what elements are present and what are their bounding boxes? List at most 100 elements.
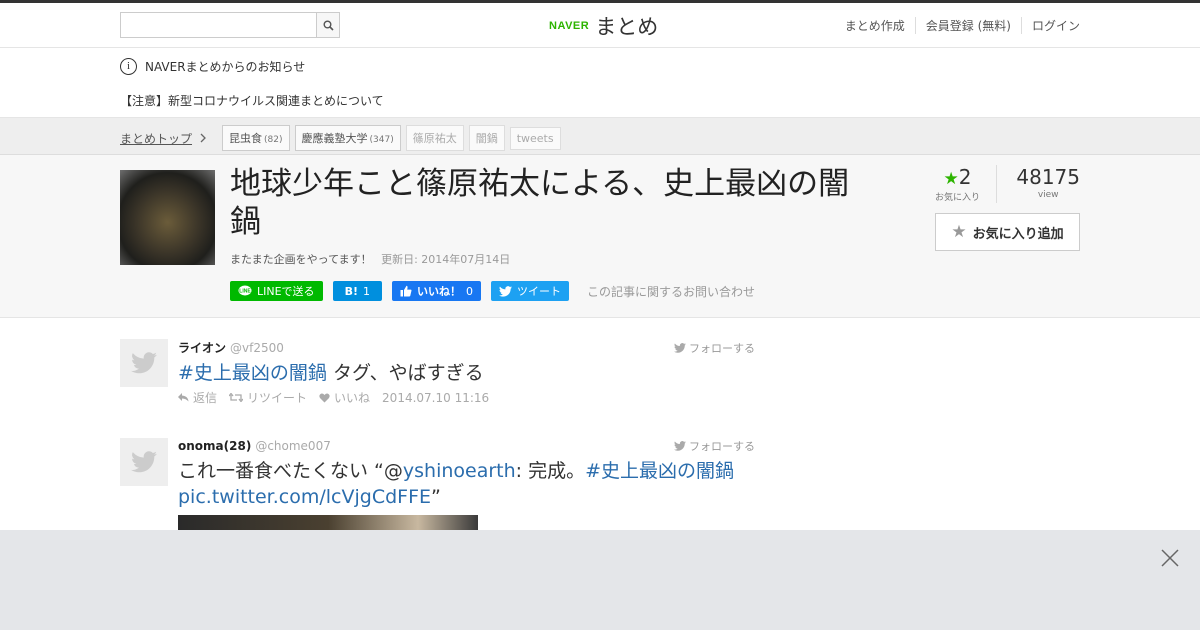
search-icon bbox=[323, 20, 334, 31]
social-buttons: LINE LINEで送る B! 1 いいね！ 0 ツイート この記事に関するお問… bbox=[230, 281, 755, 301]
hatena-bookmark-button[interactable]: B! 1 bbox=[332, 281, 382, 301]
tag-label: 闇鍋 bbox=[475, 132, 498, 145]
page-title: 地球少年こと篠原祐太による、史上最凶の闇鍋 bbox=[230, 166, 850, 240]
tag-label: 昆虫食 bbox=[229, 132, 263, 145]
notice-link[interactable]: 【注意】新型コロナウイルス関連まとめについて bbox=[120, 92, 384, 109]
add-favorite-button[interactable]: ★ お気に入り追加 bbox=[935, 213, 1080, 251]
tweet-text-part: タグ、やばすぎる bbox=[326, 362, 484, 384]
tag-yaminabe[interactable]: 闇鍋 bbox=[468, 125, 505, 151]
notice-heading-row: i NAVERまとめからのお知らせ bbox=[120, 58, 305, 75]
tweet-button[interactable]: ツイート bbox=[490, 281, 569, 301]
tweet-actions: 返信 リツイート いいね 2014.07.10 11:16 bbox=[178, 389, 755, 406]
article-header: 地球少年こと篠原祐太による、史上最凶の闇鍋 またまた企画をやってます！ 更新日:… bbox=[0, 155, 1200, 318]
tag-label: 慶應義塾大学 bbox=[301, 132, 368, 145]
info-icon: i bbox=[120, 58, 137, 75]
nav-create-matome[interactable]: まとめ作成 bbox=[835, 17, 915, 34]
thumbs-up-icon bbox=[400, 285, 412, 297]
breadcrumb-inner: まとめトップ 昆虫食 (82) 慶應義塾大学 (347) 篠原祐太 闇鍋 tweet… bbox=[120, 125, 561, 151]
twitter-bird-icon bbox=[674, 342, 686, 353]
nav-register[interactable]: 会員登録 (無料) bbox=[914, 17, 1021, 34]
twitter-bird-icon bbox=[674, 441, 686, 451]
article-meta: またまた企画をやってます！ 更新日: 2014年07月14日 bbox=[230, 251, 510, 267]
tweet-timestamp[interactable]: 2014.07.10 11:16 bbox=[382, 391, 489, 405]
article-thumbnail[interactable] bbox=[120, 170, 215, 265]
photo-link[interactable]: pic.twitter.com/lcVjgCdFFE bbox=[178, 486, 431, 508]
retweet-icon bbox=[229, 393, 244, 402]
reply-icon bbox=[178, 393, 189, 402]
close-icon[interactable] bbox=[1160, 548, 1180, 568]
avatar[interactable] bbox=[120, 438, 168, 486]
tag-count: (82) bbox=[264, 135, 283, 145]
retweet-button[interactable]: リツイート bbox=[229, 389, 307, 406]
favorites-stats: ★2 お気に入り 48175 view bbox=[935, 165, 1080, 203]
ad-overlay-banner bbox=[0, 530, 1200, 630]
notice-heading: NAVERまとめからのお知らせ bbox=[145, 60, 306, 74]
nav-login[interactable]: ログイン bbox=[1020, 17, 1080, 34]
tweet-text: #史上最凶の闇鍋 タグ、やばすぎる bbox=[178, 360, 755, 386]
author-handle: @chome007 bbox=[255, 439, 331, 453]
star-outline-icon: ★ bbox=[951, 222, 967, 242]
tag-keio[interactable]: 慶應義塾大学 (347) bbox=[294, 125, 401, 151]
author-handle: @vf2500 bbox=[230, 341, 284, 355]
tweet-item: ライオン @vf2500 フォローする #史上最凶の闇鍋 タグ、やばすぎる 返信 … bbox=[120, 339, 755, 406]
tag-shinohara[interactable]: 篠原祐太 bbox=[405, 125, 464, 151]
inquiry-link[interactable]: この記事に関するお問い合わせ bbox=[587, 283, 755, 300]
line-share-button[interactable]: LINE LINEで送る bbox=[230, 281, 323, 301]
tweet-text-part: : 完成。 bbox=[515, 460, 586, 482]
search-box bbox=[120, 12, 340, 38]
follow-label: フォローする bbox=[689, 341, 755, 355]
like-button[interactable]: いいね bbox=[319, 389, 370, 406]
logo-text: まとめ bbox=[595, 15, 659, 39]
favorites-count: 2 bbox=[958, 165, 972, 189]
follow-button[interactable]: フォローする bbox=[674, 438, 755, 454]
add-favorite-label: お気に入り追加 bbox=[972, 226, 1064, 242]
notice-area: i NAVERまとめからのお知らせ 【注意】新型コロナウイルス関連まとめについて bbox=[0, 48, 1200, 118]
hashtag-link[interactable]: #史上最凶の闇鍋 bbox=[585, 460, 734, 482]
tweet-author[interactable]: onoma(28) @chome007 bbox=[178, 439, 331, 453]
search-input[interactable] bbox=[120, 12, 316, 38]
avatar[interactable] bbox=[120, 339, 168, 387]
hatena-icon: B! bbox=[344, 284, 358, 298]
site-logo[interactable]: NAVER まとめ bbox=[549, 11, 658, 41]
views-count: 48175 bbox=[1016, 165, 1080, 189]
tweet-text-part: ” bbox=[431, 486, 441, 508]
author-name: ライオン bbox=[178, 341, 227, 355]
tweet-author[interactable]: ライオン @vf2500 bbox=[178, 339, 284, 356]
tweet-label: ツイート bbox=[516, 285, 561, 298]
facebook-like-label: いいね！ bbox=[416, 285, 461, 298]
retweet-label: リツイート bbox=[247, 391, 308, 405]
tweet-item: onoma(28) @chome007 フォローする これ一番食べたくない “@y… bbox=[120, 438, 755, 545]
follow-button[interactable]: フォローする bbox=[674, 340, 755, 356]
favorites-label: お気に入り bbox=[935, 193, 981, 203]
twitter-bird-icon bbox=[498, 285, 512, 297]
breadcrumb: まとめトップ 昆虫食 (82) 慶應義塾大学 (347) 篠原祐太 闇鍋 tweet… bbox=[0, 118, 1200, 155]
author-name: onoma(28) bbox=[178, 439, 252, 453]
like-label: いいね bbox=[334, 391, 371, 405]
facebook-like-count: 0 bbox=[465, 284, 473, 298]
favorites-count-row: ★2 bbox=[935, 165, 980, 189]
line-icon: LINE bbox=[238, 285, 252, 296]
tweet-body: onoma(28) @chome007 フォローする これ一番食べたくない “@y… bbox=[178, 438, 755, 545]
tag-insect-food[interactable]: 昆虫食 (82) bbox=[222, 125, 290, 151]
reply-button[interactable]: 返信 bbox=[178, 389, 217, 406]
updated-date: 更新日: 2014年07月14日 bbox=[381, 253, 511, 266]
twitter-bird-icon bbox=[131, 352, 157, 374]
views-label: view bbox=[1037, 190, 1059, 200]
chevron-right-icon bbox=[200, 133, 206, 143]
star-icon: ★ bbox=[943, 169, 959, 189]
tag-tweets[interactable]: tweets bbox=[509, 126, 561, 150]
tweet-text: これ一番食べたくない “@yshinoearth: 完成。#史上最凶の闇鍋 pic… bbox=[178, 458, 755, 510]
site-header: NAVER まとめ まとめ作成 会員登録 (無料) ログイン bbox=[0, 3, 1200, 48]
facebook-like-button[interactable]: いいね！ 0 bbox=[391, 281, 481, 301]
follow-label: フォローする bbox=[689, 440, 755, 453]
search-button[interactable] bbox=[316, 12, 340, 38]
tweet-body: ライオン @vf2500 フォローする #史上最凶の闇鍋 タグ、やばすぎる 返信 … bbox=[178, 339, 755, 406]
favorites-stat: ★2 お気に入り bbox=[935, 165, 998, 203]
tweet-header: onoma(28) @chome007 フォローする bbox=[178, 438, 755, 454]
reply-label: 返信 bbox=[193, 391, 218, 405]
tag-count: (347) bbox=[369, 135, 394, 145]
breadcrumb-top-link[interactable]: まとめトップ bbox=[120, 130, 192, 147]
header-nav: まとめ作成 会員登録 (無料) ログイン bbox=[835, 17, 1080, 34]
mention-link[interactable]: yshinoearth bbox=[403, 460, 516, 482]
hashtag-link[interactable]: #史上最凶の闇鍋 bbox=[178, 362, 327, 384]
